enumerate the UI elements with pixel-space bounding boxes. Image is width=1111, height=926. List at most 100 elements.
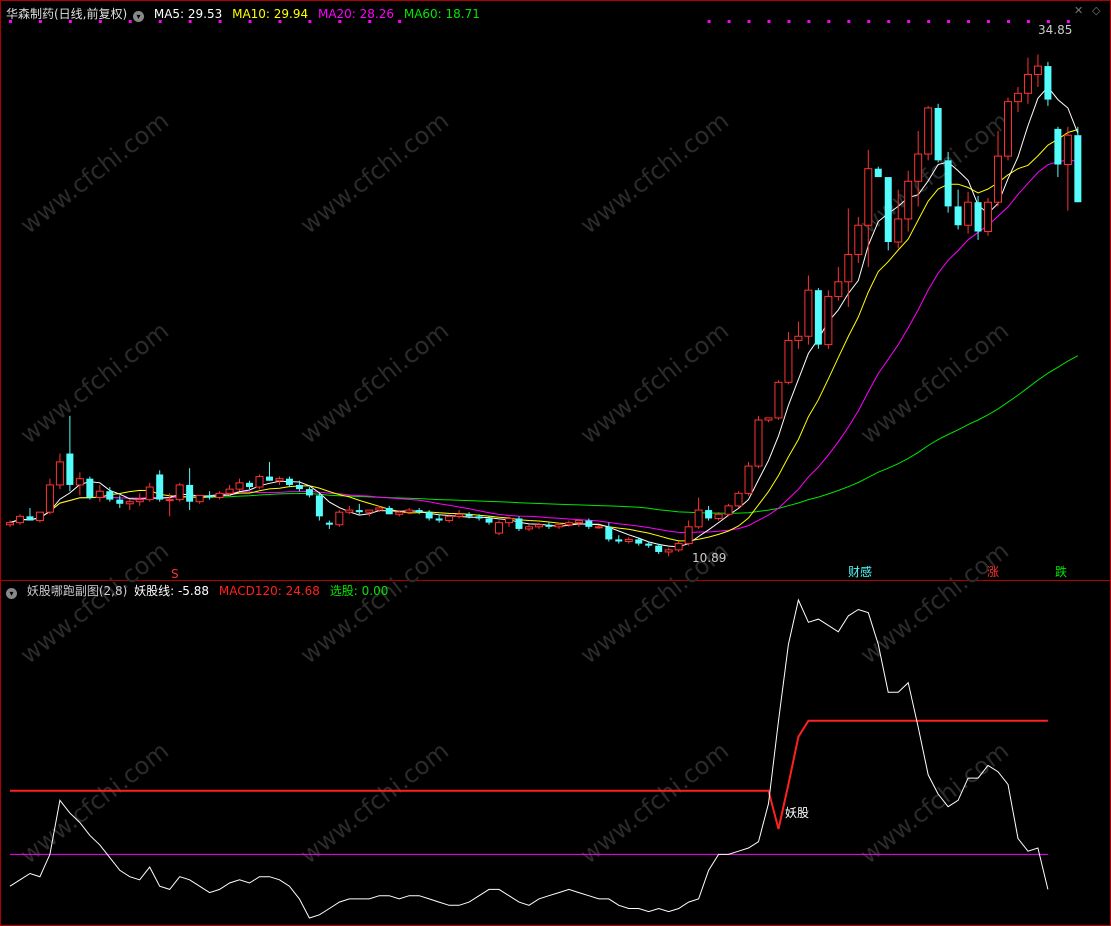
candlestick	[774, 380, 783, 421]
signal-dot	[827, 20, 831, 23]
signal-dot	[887, 20, 891, 23]
candlestick	[156, 470, 164, 502]
macd120-line	[10, 719, 1048, 830]
candlestick	[95, 484, 104, 502]
watermark-text: www.cfchi.com	[295, 537, 454, 670]
watermark-text: www.cfchi.com	[575, 737, 734, 870]
signal-dot	[767, 20, 771, 23]
signal-finance-marker: 财感	[848, 564, 872, 579]
candlestick	[884, 177, 892, 251]
candlestick	[754, 415, 763, 469]
ma10-value: MA10: 29.94	[232, 7, 309, 21]
ma20-value: MA20: 28.26	[317, 7, 395, 21]
candlestick	[45, 478, 54, 515]
sub-header: ▾ 妖股哪跑副图(2,8) 妖股线: -5.88 MACD120: 24.68 …	[6, 582, 394, 599]
candlestick	[664, 547, 673, 557]
signal-dot	[987, 20, 991, 23]
watermark-text: www.cfchi.com	[15, 107, 174, 240]
candlestick	[246, 480, 254, 490]
candlestick	[425, 510, 433, 521]
signal-dot	[1026, 20, 1030, 23]
candlestick	[794, 321, 803, 349]
candlestick	[235, 478, 244, 492]
candlestick	[924, 105, 933, 161]
diamond-icon[interactable]: ◇	[1092, 4, 1100, 17]
main-price-panel	[6, 20, 1082, 557]
candlestick	[275, 476, 284, 485]
signal-s-marker: S	[171, 567, 179, 581]
candlestick	[1033, 54, 1042, 88]
candlestick	[545, 522, 553, 529]
candlestick	[435, 514, 443, 523]
candlestick	[455, 510, 464, 519]
signal-dot	[807, 20, 811, 23]
close-icon[interactable]: ✕	[1074, 4, 1083, 17]
settings-toggle-icon[interactable]: ▾	[133, 11, 145, 22]
candlestick	[814, 288, 822, 349]
watermark-text: www.cfchi.com	[15, 737, 174, 870]
candlestick	[255, 474, 264, 490]
candlestick	[1063, 126, 1072, 211]
subchart-toggle-icon[interactable]: ▾	[6, 588, 17, 599]
candlestick	[86, 476, 94, 500]
candlestick	[524, 524, 533, 532]
candlestick	[1013, 87, 1022, 113]
watermark-text: www.cfchi.com	[855, 317, 1014, 450]
watermark-text: www.cfchi.com	[295, 107, 454, 240]
candlestick	[834, 267, 843, 301]
candlestick	[495, 520, 504, 536]
signal-dot	[927, 20, 931, 23]
candlestick	[784, 332, 793, 385]
signal-dot	[847, 20, 851, 23]
candlestick	[1023, 57, 1032, 104]
signal-dot	[947, 20, 951, 23]
candlestick	[984, 198, 993, 236]
signal-down-marker: 跌	[1055, 564, 1067, 579]
yaogu-line-value: 妖股线: -5.88	[134, 584, 210, 598]
candlestick	[206, 491, 214, 500]
candlestick	[944, 151, 952, 213]
watermark-text: www.cfchi.com	[575, 107, 734, 240]
main-title[interactable]: 华森制药(日线,前复权)	[6, 7, 127, 21]
candlestick	[55, 453, 64, 490]
candlestick	[1004, 97, 1012, 161]
candlestick	[864, 149, 873, 268]
candlestick	[954, 189, 962, 230]
candlestick	[325, 520, 333, 529]
sub-title[interactable]: 妖股哪跑副图(2,8)	[27, 584, 127, 598]
signal-dot	[1007, 20, 1010, 23]
candlestick	[974, 195, 982, 240]
candlestick	[694, 497, 703, 529]
ma20-line	[9, 159, 1078, 534]
candlestick	[605, 522, 613, 542]
candlestick	[824, 290, 833, 349]
watermark-text: www.cfchi.com	[295, 317, 454, 450]
ma60-value: MA60: 18.71	[403, 7, 480, 21]
chart-frame: www.cfchi.com www.cfchi.com www.cfchi.com w…	[0, 0, 1111, 926]
candlestick	[684, 520, 693, 546]
signal-up-marker: 涨	[987, 564, 999, 579]
candlestick	[705, 505, 713, 521]
signal-dot	[707, 20, 711, 23]
candlestick	[844, 208, 853, 307]
watermark-text: www.cfchi.com	[855, 737, 1014, 870]
watermark-text: www.cfchi.com	[15, 317, 174, 450]
candlestick	[1044, 61, 1052, 106]
candlestick	[145, 482, 154, 502]
signal-dot	[867, 20, 871, 23]
signal-dot	[747, 20, 751, 23]
ma5-value: MA5: 29.53	[153, 7, 223, 21]
candlestick	[335, 510, 344, 527]
watermark-text: www.cfchi.com	[295, 737, 454, 870]
watermark-text: www.cfchi.com	[575, 317, 734, 450]
macd120-value: MACD120: 24.68	[218, 584, 320, 598]
candlestick	[615, 535, 623, 544]
candlestick	[744, 461, 753, 496]
candlestick	[674, 541, 683, 552]
watermark-text: www.cfchi.com	[855, 537, 1014, 670]
candlestick	[305, 487, 313, 498]
candlestick	[934, 103, 942, 163]
signal-dot	[727, 20, 731, 23]
candlestick	[215, 491, 224, 500]
candlestick	[125, 499, 134, 511]
